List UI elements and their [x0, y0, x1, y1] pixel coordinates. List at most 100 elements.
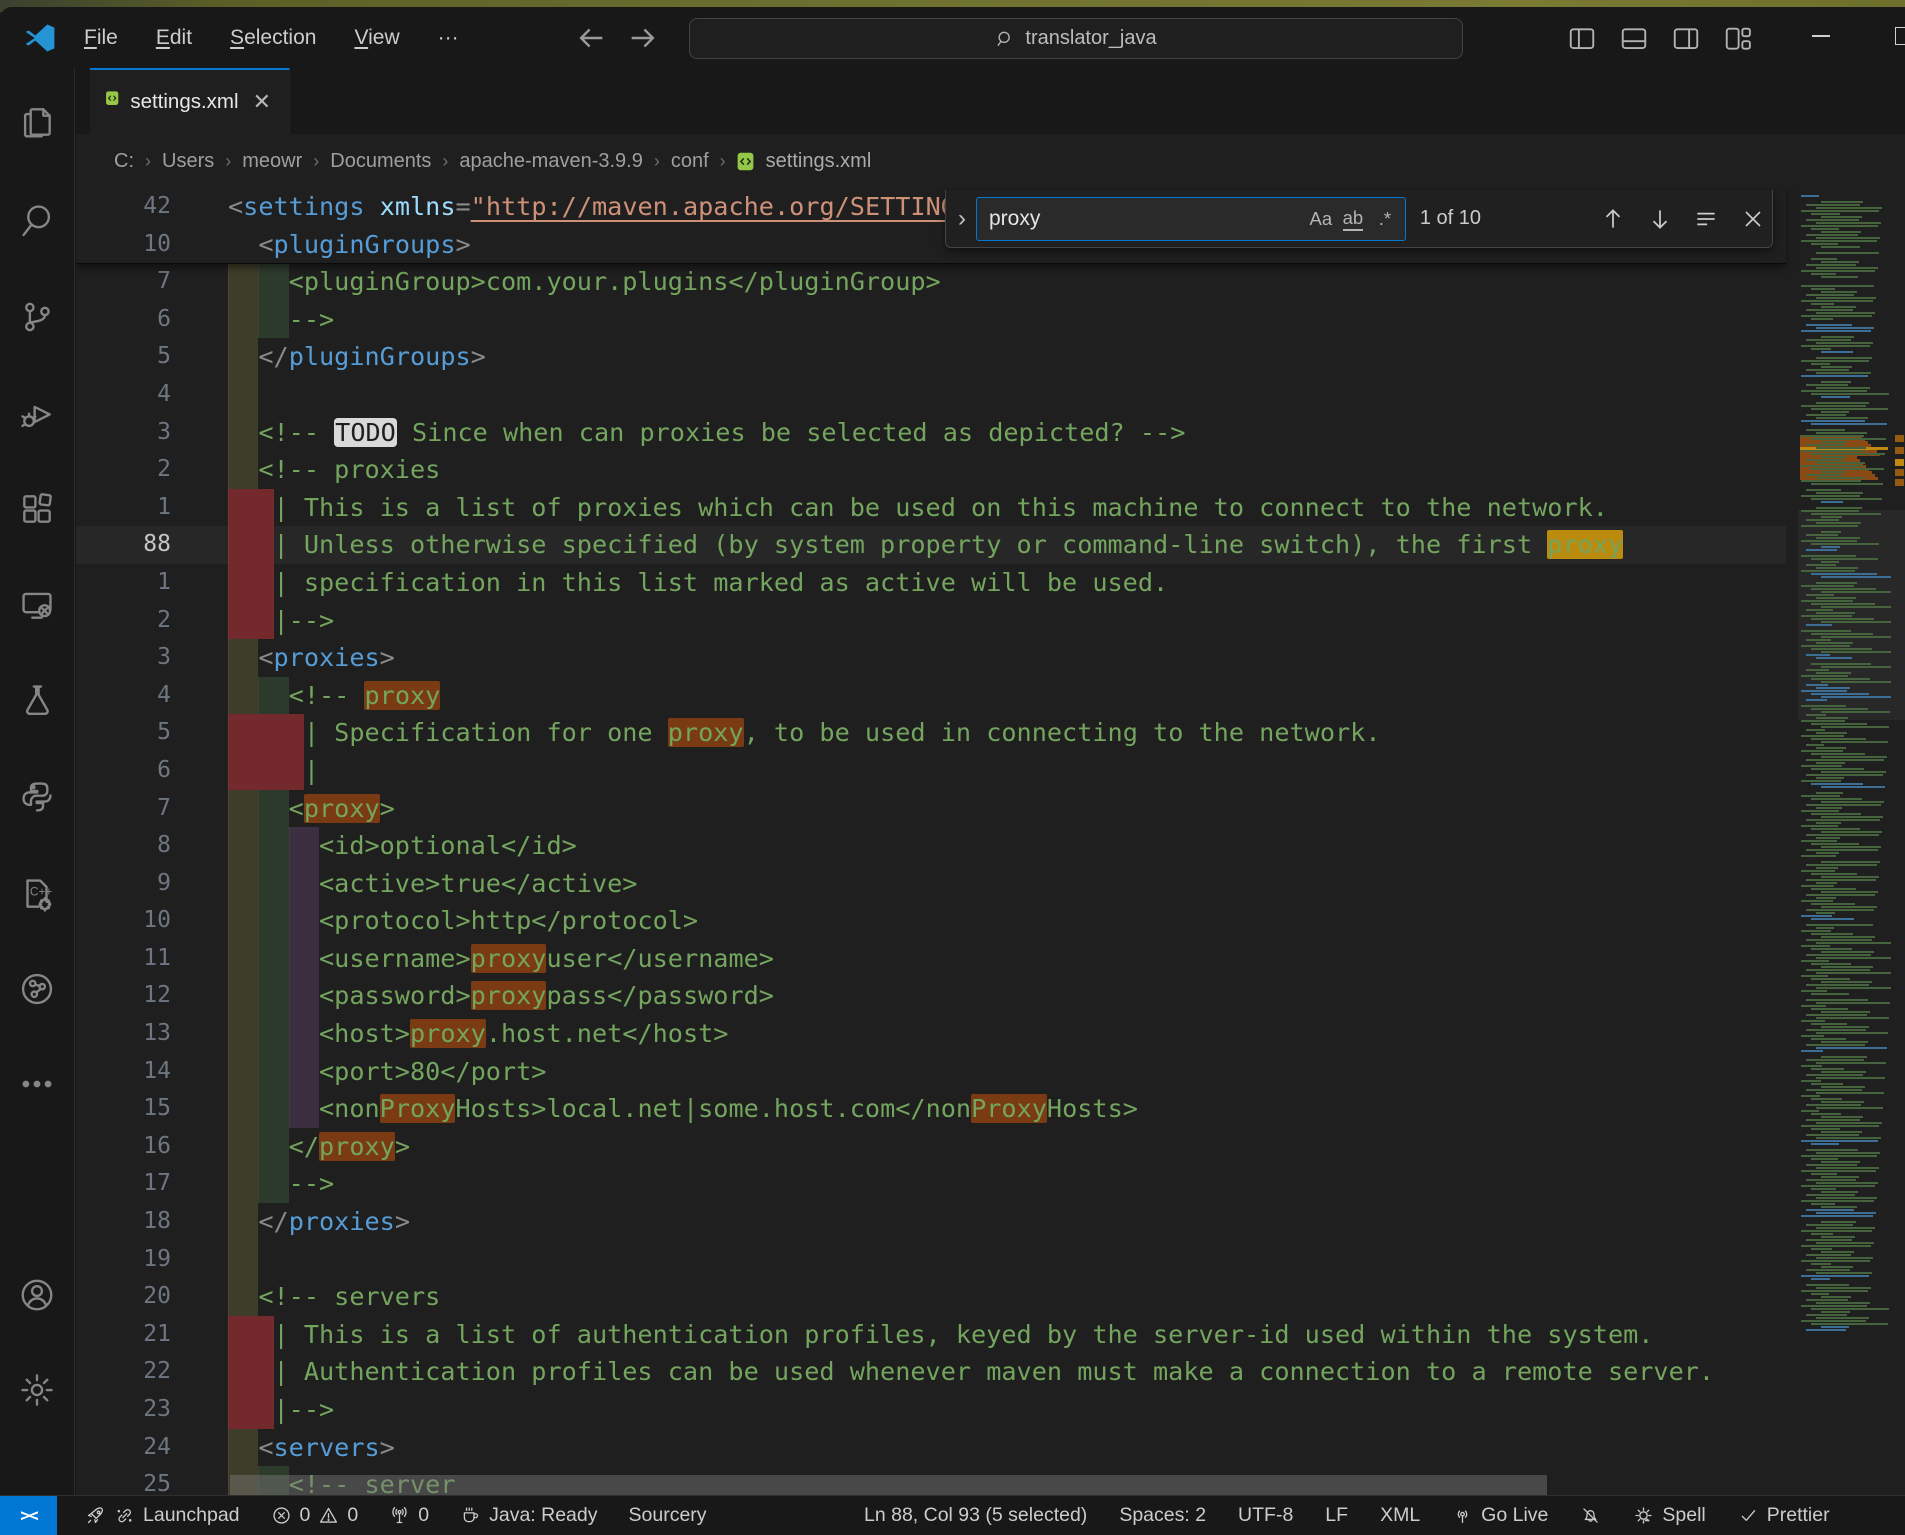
previous-match-icon[interactable]	[1594, 199, 1633, 239]
code-line[interactable]: 20 <!-- servers	[76, 1278, 1786, 1316]
history-forward-icon[interactable]	[626, 21, 660, 55]
find-in-selection-icon[interactable]	[1687, 199, 1726, 239]
breadcrumb-item[interactable]: conf	[669, 150, 711, 173]
menu-file[interactable]: File	[72, 20, 130, 56]
find-input[interactable]	[977, 207, 1305, 231]
tab-settings-xml[interactable]: settings.xml ✕	[90, 68, 290, 134]
breadcrumb-file[interactable]: settings.xml	[764, 150, 874, 173]
breadcrumb-item[interactable]: apache-maven-3.9.9	[457, 150, 644, 173]
menu-view[interactable]: View	[342, 20, 411, 56]
code-line[interactable]: 17 -->	[76, 1165, 1786, 1203]
menu-edit[interactable]: Edit	[144, 20, 204, 56]
eol-status[interactable]: LF	[1325, 1504, 1348, 1527]
code-line[interactable]: 7 <proxy>	[76, 790, 1786, 828]
vscode-logo-icon[interactable]	[22, 20, 58, 56]
problems-status[interactable]: 00	[271, 1504, 359, 1527]
layout-sidebar-left-icon[interactable]	[1567, 23, 1597, 53]
code-line[interactable]: 23 |-->	[76, 1391, 1786, 1429]
match-case-icon[interactable]: Aa	[1305, 203, 1337, 235]
code-line[interactable]: 9 <active>true</active>	[76, 865, 1786, 903]
layout-customize-icon[interactable]	[1723, 23, 1753, 53]
tab-close-icon[interactable]: ✕	[249, 89, 275, 115]
toggle-replace-icon[interactable]: ›	[946, 205, 976, 233]
code-line[interactable]: 2 |-->	[76, 602, 1786, 640]
code-line[interactable]: 3 <!-- TODO Since when can proxies be se…	[76, 414, 1786, 452]
spell-status[interactable]: Spell	[1633, 1504, 1705, 1527]
activity-python-icon[interactable]	[18, 778, 56, 816]
minimap-line	[1821, 906, 1877, 908]
activity-search-icon[interactable]	[18, 201, 56, 239]
launchpad-status[interactable]: Launchpad	[85, 1504, 240, 1527]
code-line[interactable]: 1 | specification in this list marked as…	[76, 564, 1786, 602]
code-line[interactable]: 8 <id>optional</id>	[76, 827, 1786, 865]
code-line[interactable]: 6 -->	[76, 301, 1786, 339]
editor[interactable]: 7 <pluginGroup>com.your.plugins</pluginG…	[76, 188, 1905, 1502]
activity-network-share-icon[interactable]	[18, 970, 56, 1008]
close-find-icon[interactable]	[1733, 199, 1772, 239]
code-line[interactable]: 24 <servers>	[76, 1429, 1786, 1467]
code-line[interactable]: 18 </proxies>	[76, 1203, 1786, 1241]
minimap-line	[1806, 339, 1851, 341]
minimap-line	[1816, 1137, 1881, 1139]
breadcrumb-item[interactable]: Documents	[328, 150, 433, 173]
code-line[interactable]: 4 <!-- proxy	[76, 677, 1786, 715]
whole-word-icon[interactable]: ab	[1337, 203, 1369, 235]
code-line[interactable]: 14 <port>80</port>	[76, 1053, 1786, 1091]
layout-panel-icon[interactable]	[1619, 23, 1649, 53]
activity-remote-explorer-icon[interactable]	[18, 586, 56, 624]
activity-account-icon[interactable]	[18, 1276, 56, 1314]
ports-status[interactable]: 0	[389, 1504, 429, 1527]
code-line[interactable]: 15 <nonProxyHosts>local.net|some.host.co…	[76, 1090, 1786, 1128]
sourcery-status[interactable]: Sourcery	[629, 1504, 707, 1527]
code-line[interactable]: 19	[76, 1241, 1786, 1279]
code-line[interactable]: 1 | This is a list of proxies which can …	[76, 489, 1786, 527]
code-line[interactable]: 16 </proxy>	[76, 1128, 1786, 1166]
command-center-search[interactable]: translator_java	[689, 18, 1463, 59]
code-line[interactable]: 11 <username>proxyuser</username>	[76, 940, 1786, 978]
activity-extensions-icon[interactable]	[18, 490, 56, 528]
next-match-icon[interactable]	[1640, 199, 1679, 239]
notifications-status[interactable]	[1580, 1505, 1601, 1526]
minimap[interactable]	[1798, 188, 1894, 1502]
encoding-status[interactable]: UTF-8	[1238, 1504, 1293, 1527]
remote-indicator[interactable]: ><	[0, 1496, 57, 1535]
history-back-icon[interactable]	[574, 21, 608, 55]
maximize-icon[interactable]	[1895, 27, 1905, 45]
layout-sidebar-right-icon[interactable]	[1671, 23, 1701, 53]
code-line[interactable]: 10 <protocol>http</protocol>	[76, 902, 1786, 940]
menu-[interactable]: ···	[426, 20, 471, 56]
code-line[interactable]: 5 </pluginGroups>	[76, 338, 1786, 376]
activity-cpp-tools-icon[interactable]: C++	[18, 875, 56, 913]
code-line[interactable]: 7 <pluginGroup>com.your.plugins</pluginG…	[76, 263, 1786, 301]
horizontal-scrollbar[interactable]	[228, 1473, 1780, 1497]
activity-more-views-icon[interactable]	[18, 1065, 56, 1103]
activity-source-control-icon[interactable]	[18, 298, 56, 336]
prettier-status[interactable]: Prettier	[1738, 1504, 1830, 1527]
code-line[interactable]: 5 | Specification for one proxy, to be u…	[76, 714, 1786, 752]
code-line[interactable]: 4	[76, 376, 1786, 414]
activity-run-debug-icon[interactable]	[18, 395, 56, 433]
menu-selection[interactable]: Selection	[218, 20, 328, 56]
indentation-status[interactable]: Spaces: 2	[1119, 1504, 1206, 1527]
code-line[interactable]: 88 | Unless otherwise specified (by syst…	[76, 526, 1786, 564]
horizontal-scrollbar-thumb[interactable]	[230, 1475, 1547, 1495]
regex-icon[interactable]: .*	[1369, 203, 1401, 235]
code-line[interactable]: 3 <proxies>	[76, 639, 1786, 677]
minimize-icon[interactable]	[1812, 35, 1830, 37]
go-live-status[interactable]: Go Live	[1452, 1504, 1548, 1527]
cursor-position-status[interactable]: Ln 88, Col 93 (5 selected)	[864, 1504, 1087, 1527]
java-status[interactable]: Java: Ready	[460, 1504, 597, 1527]
activity-testing-icon[interactable]	[18, 681, 56, 719]
code-line[interactable]: 2 <!-- proxies	[76, 451, 1786, 489]
code-line[interactable]: 6 |	[76, 752, 1786, 790]
code-line[interactable]: 21 | This is a list of authentication pr…	[76, 1316, 1786, 1354]
breadcrumb-item[interactable]: Users	[160, 150, 216, 173]
code-line[interactable]: 22 | Authentication profiles can be used…	[76, 1353, 1786, 1391]
code-line[interactable]: 12 <password>proxypass</password>	[76, 977, 1786, 1015]
language-mode-status[interactable]: XML	[1380, 1504, 1420, 1527]
breadcrumb-item[interactable]: C:	[112, 150, 136, 173]
code-line[interactable]: 13 <host>proxy.host.net</host>	[76, 1015, 1786, 1053]
activity-explorer-icon[interactable]	[18, 103, 56, 141]
activity-settings-gear-icon[interactable]	[18, 1371, 56, 1409]
breadcrumb-item[interactable]: meowr	[240, 150, 304, 173]
